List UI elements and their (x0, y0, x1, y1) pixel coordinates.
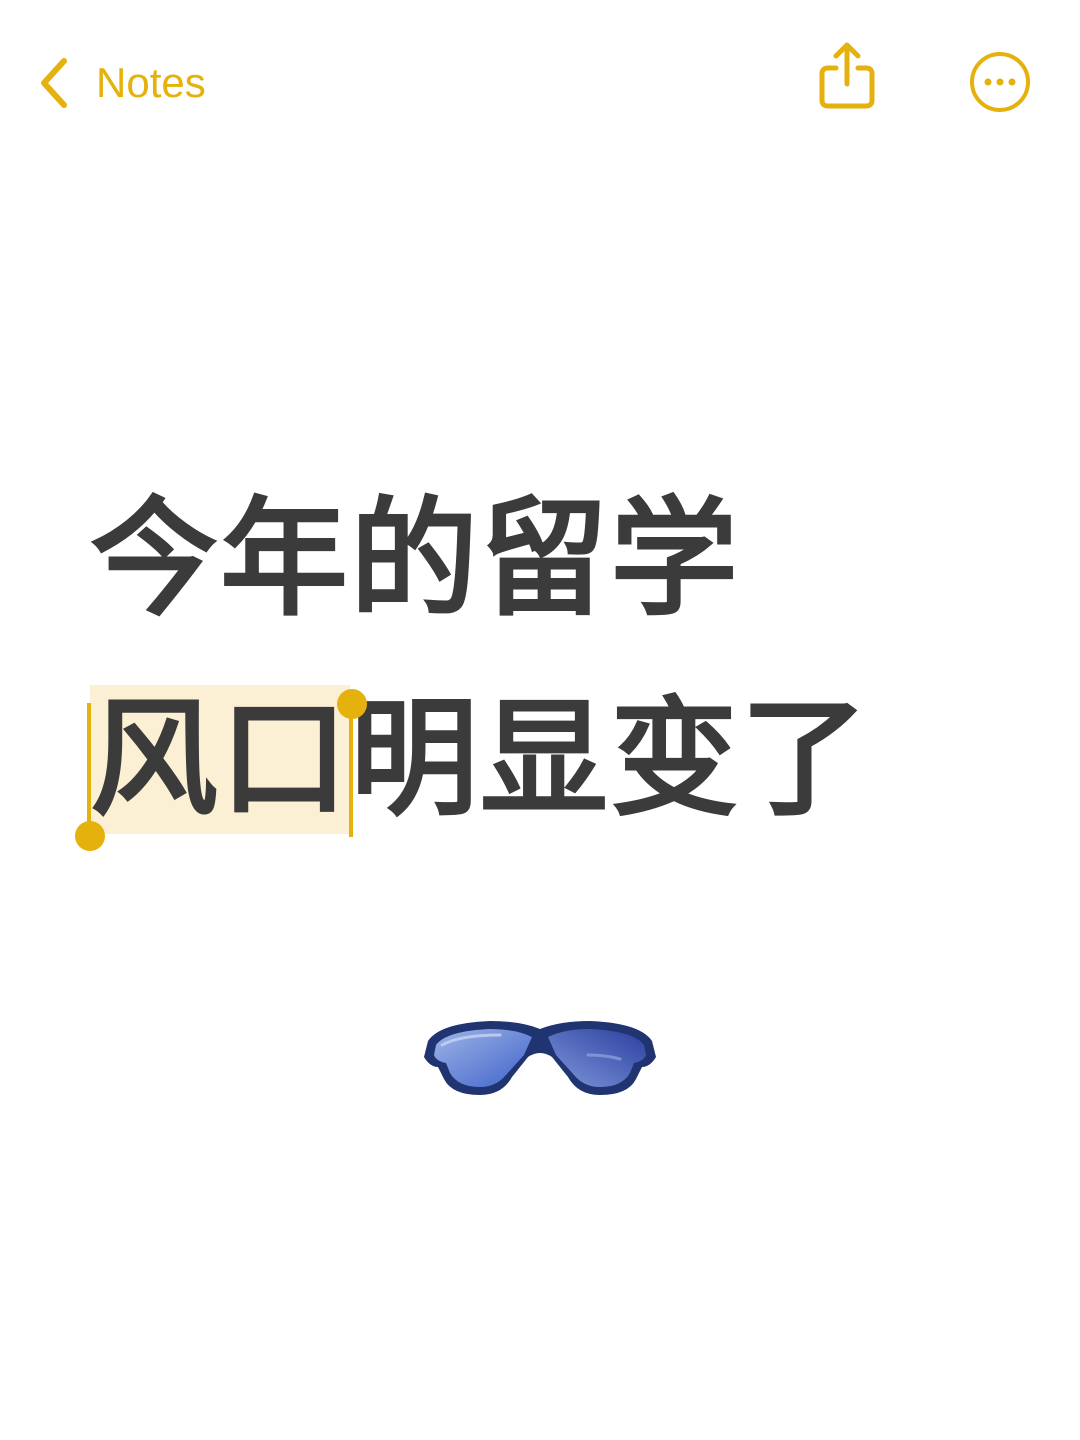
navigation-bar: Notes (0, 0, 1080, 170)
note-line-2: 风口 明显变了 (75, 660, 990, 860)
more-button[interactable] (968, 50, 1032, 114)
chevron-left-icon (36, 55, 72, 111)
note-body[interactable]: 今年的留学 风口 明显变了 (75, 460, 990, 860)
ellipsis-circle-icon (968, 52, 1032, 118)
selection-start-handle[interactable] (75, 821, 105, 851)
back-button[interactable]: Notes (36, 50, 206, 116)
note-line-2-rest: 明显变了 (350, 685, 871, 834)
selection-end-caret (349, 703, 354, 837)
selected-text-content: 风口 (90, 685, 351, 834)
selection-start-caret (87, 703, 91, 837)
back-label: Notes (96, 59, 206, 106)
share-button[interactable] (816, 40, 878, 112)
share-icon (816, 42, 878, 116)
sunglasses-icon (420, 1015, 660, 1105)
selected-text[interactable]: 风口 (75, 685, 368, 851)
selection-end-handle[interactable] (337, 689, 368, 719)
note-line-1: 今年的留学 (90, 485, 741, 634)
